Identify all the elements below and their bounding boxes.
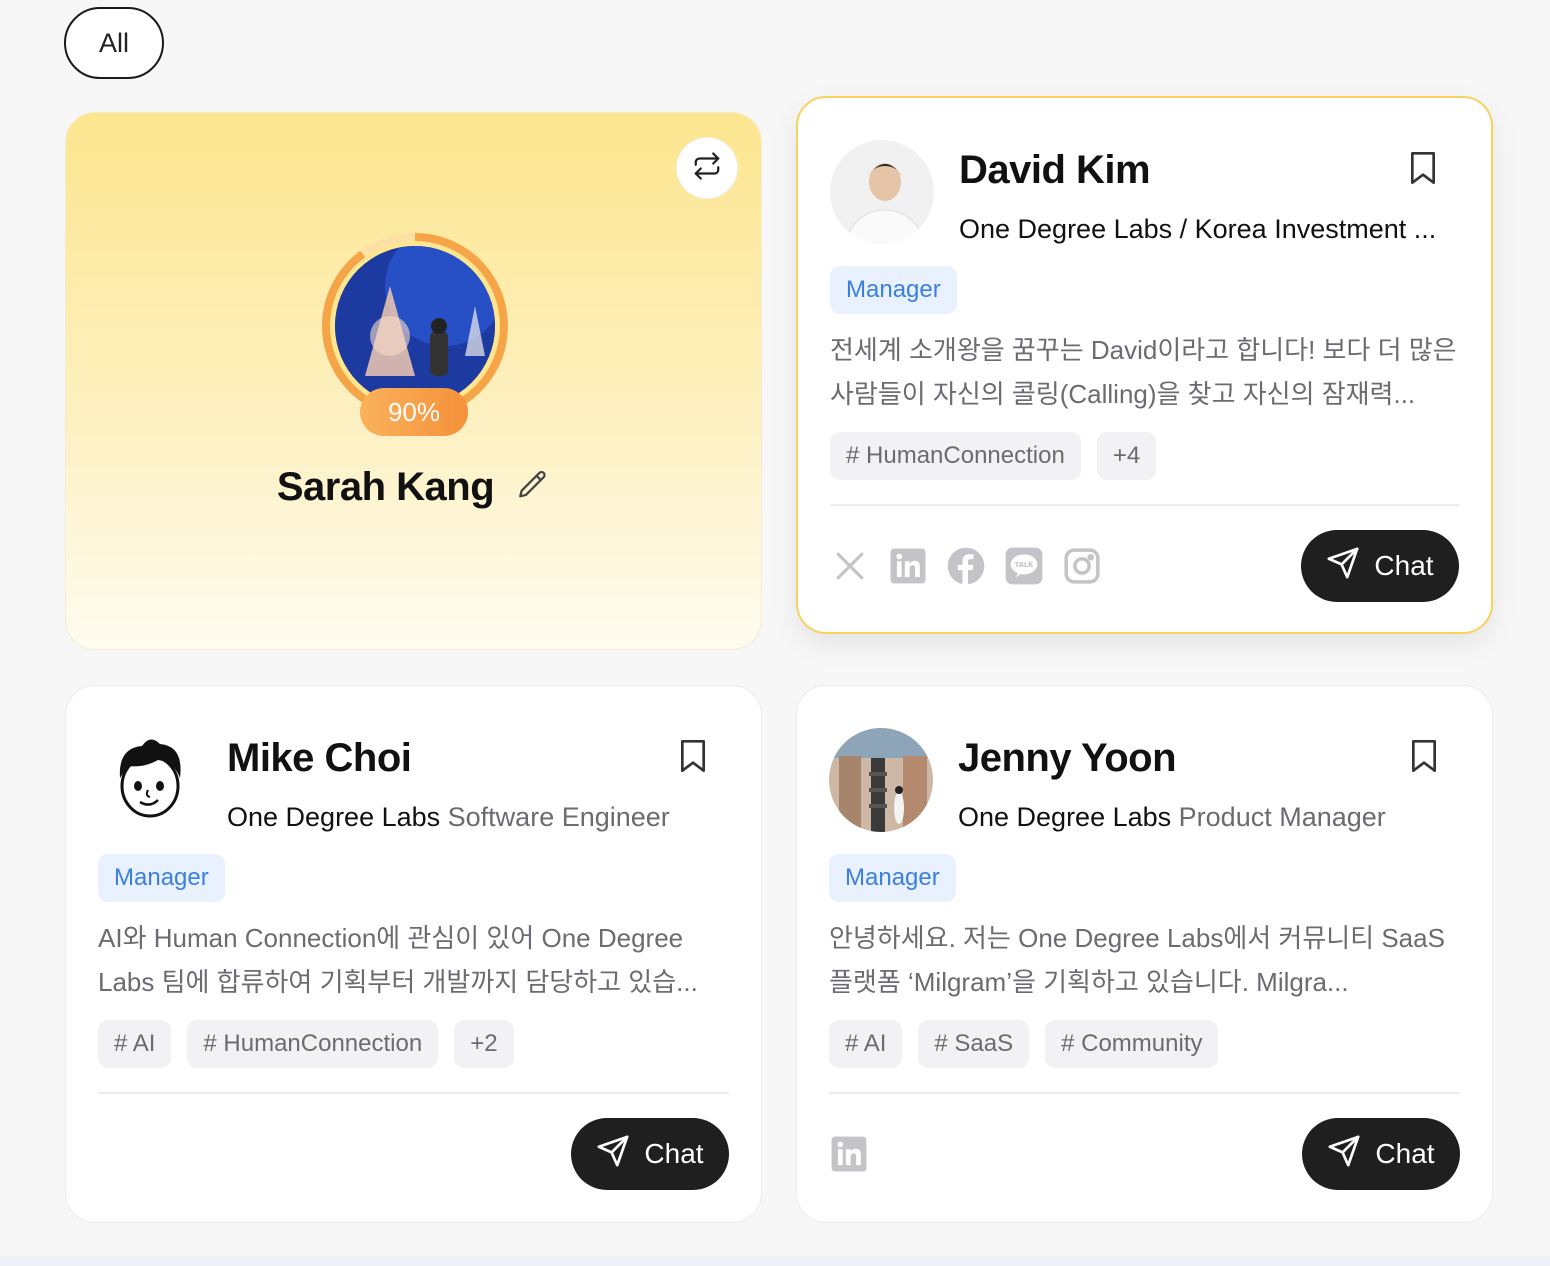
send-icon — [596, 1134, 630, 1175]
my-name: Sarah Kang — [276, 465, 495, 509]
profile-card[interactable]: Jenny Yoon One Degree Labs Product Manag… — [796, 685, 1493, 1223]
profile-org: One Degree Labs / Korea Investment ... — [959, 214, 1459, 245]
bookmark-icon[interactable] — [1408, 738, 1440, 779]
avatar — [830, 140, 934, 244]
divider — [830, 504, 1459, 506]
bookmark-icon[interactable] — [1407, 150, 1439, 191]
tag-list: # AI # SaaS # Community — [829, 1020, 1219, 1068]
chat-label: Chat — [644, 1138, 704, 1169]
role-tag: Manager — [98, 854, 225, 902]
org-name: One Degree Labs / Korea Investment ... — [959, 214, 1437, 244]
swap-button[interactable] — [676, 137, 738, 199]
role-tag: Manager — [829, 854, 956, 902]
profile-org: One Degree Labs Product Manager — [958, 802, 1460, 833]
profile-bio: 전세계 소개왕을 꿈꾸는 David이라고 합니다! 보다 더 많은 사람들이 … — [830, 335, 1457, 409]
tag[interactable]: # SaaS — [918, 1020, 1030, 1068]
facebook-icon[interactable] — [946, 546, 986, 586]
edit-icon[interactable] — [516, 468, 550, 507]
chat-button[interactable]: Chat — [571, 1118, 729, 1190]
send-icon — [1327, 1134, 1361, 1175]
avatar — [98, 728, 202, 832]
org-name: One Degree Labs — [958, 802, 1172, 832]
filter-all-label: All — [98, 27, 129, 58]
bookmark-icon[interactable] — [677, 738, 709, 779]
tag[interactable]: # AI — [98, 1020, 172, 1068]
profile-org: One Degree Labs Software Engineer — [227, 802, 729, 833]
tag[interactable]: # HumanConnection — [830, 432, 1081, 480]
role-tag: Manager — [830, 266, 957, 314]
divider — [829, 1092, 1460, 1094]
my-profile-card: 90% Sarah Kang — [65, 112, 762, 650]
profile-bio: AI와 Human Connection에 관심이 있어 One Degree … — [98, 923, 698, 997]
social-links: TALK — [830, 546, 1102, 586]
more-tags[interactable]: +2 — [454, 1020, 514, 1068]
profile-card[interactable]: Mike Choi One Degree Labs Software Engin… — [65, 685, 762, 1223]
linkedin-icon[interactable] — [829, 1134, 869, 1174]
profile-name: Jenny Yoon — [958, 736, 1177, 780]
tag-list: # HumanConnection +4 — [830, 432, 1157, 480]
chat-label: Chat — [1374, 550, 1434, 581]
avatar — [335, 246, 495, 406]
svg-text:TALK: TALK — [1015, 561, 1034, 569]
send-icon — [1326, 546, 1360, 587]
tag[interactable]: # AI — [829, 1020, 903, 1068]
tag[interactable]: # HumanConnection — [187, 1020, 439, 1068]
tag-list: # AI # HumanConnection +2 — [98, 1020, 514, 1068]
completion-badge: 90% — [360, 388, 468, 436]
job-title: Product Manager — [1178, 802, 1386, 832]
profile-card[interactable]: David Kim One Degree Labs / Korea Invest… — [796, 96, 1493, 634]
avatar — [829, 728, 933, 832]
org-name: One Degree Labs — [227, 802, 441, 832]
chat-button[interactable]: Chat — [1301, 530, 1459, 602]
divider — [98, 1092, 729, 1094]
more-tags[interactable]: +4 — [1096, 432, 1157, 480]
swap-icon — [692, 151, 722, 186]
chat-button[interactable]: Chat — [1302, 1118, 1460, 1190]
profile-bio: 안녕하세요. 저는 One Degree Labs에서 커뮤니티 SaaS 플랫… — [829, 923, 1445, 997]
profile-name: David Kim — [959, 148, 1151, 192]
bottom-edge — [0, 1256, 1550, 1266]
linkedin-icon[interactable] — [888, 546, 928, 586]
kakaotalk-icon[interactable]: TALK — [1004, 546, 1044, 586]
profile-name: Mike Choi — [227, 736, 412, 780]
x-icon[interactable] — [830, 546, 870, 586]
social-links — [829, 1134, 869, 1174]
filter-all-button[interactable]: All — [64, 7, 164, 79]
job-title: Software Engineer — [447, 802, 670, 832]
instagram-icon[interactable] — [1062, 546, 1102, 586]
chat-label: Chat — [1375, 1138, 1435, 1169]
tag[interactable]: # Community — [1045, 1020, 1219, 1068]
